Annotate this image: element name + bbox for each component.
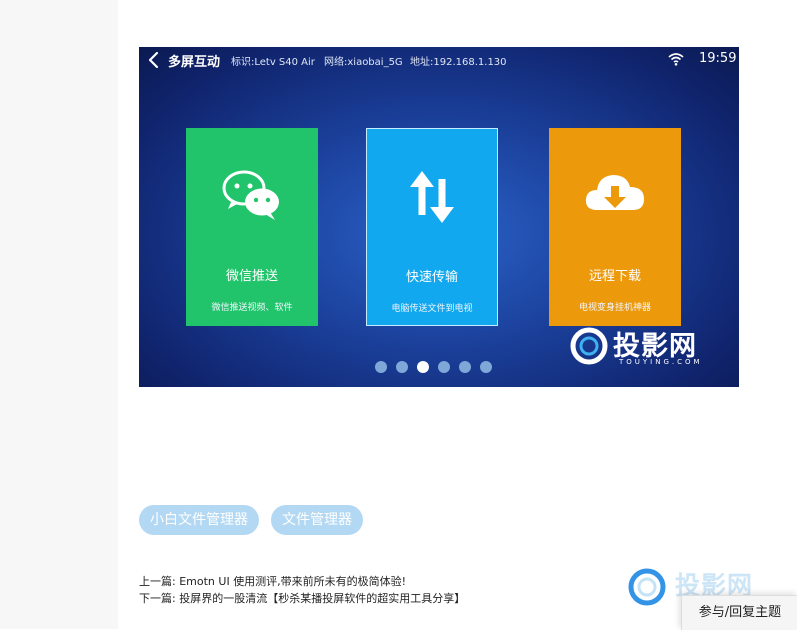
prev-article-label: 上一篇:	[139, 575, 176, 588]
tv-network: 网络:xiaobai_5G	[324, 57, 403, 68]
tv-device-id: 标识:Letv S40 Air	[231, 57, 315, 68]
carousel-dots	[375, 361, 492, 373]
carousel-dot[interactable]	[396, 361, 408, 373]
card-fast-transfer[interactable]: 快速传输 电脑传送文件到电视	[366, 128, 498, 326]
card-title: 快速传输	[405, 270, 458, 285]
card-subtitle: 电视变身挂机神器	[578, 303, 651, 313]
carousel-dot[interactable]	[438, 361, 450, 373]
wechat-icon	[222, 170, 279, 220]
tv-address: 地址:192.168.1.130	[410, 57, 507, 68]
card-title: 远程下载	[588, 269, 641, 284]
watermark-logo: 投影网 TOUYING.COM	[569, 322, 734, 372]
tv-status-bar: 多屏互动 标识:Letv S40 Air 网络:xiaobai_5G 地址:19…	[139, 47, 739, 73]
tag-xiaobai-file-manager[interactable]: 小白文件管理器	[139, 505, 259, 535]
prev-article-link[interactable]: Emotn UI 使用测评,带来前所未有的极简体验!	[179, 575, 406, 588]
next-article-row: 下一篇: 投屏界的一股清流【秒杀某播投屏软件的超实用工具分享】	[139, 590, 465, 607]
watermark-domain: TOUYING.COM	[619, 358, 703, 366]
card-subtitle: 微信推送视频、软件	[211, 303, 293, 313]
card-subtitle: 电脑传送文件到电视	[391, 304, 473, 314]
tag-list: 小白文件管理器 文件管理器	[139, 505, 363, 535]
tv-screenshot: 多屏互动 标识:Letv S40 Air 网络:xiaobai_5G 地址:19…	[139, 47, 739, 387]
tv-title: 多屏互动	[168, 55, 221, 70]
cloud-download-icon	[585, 175, 644, 210]
next-article-label: 下一篇:	[139, 592, 176, 605]
carousel-dot[interactable]	[459, 361, 471, 373]
carousel-dot[interactable]	[375, 361, 387, 373]
sync-arrows-icon	[410, 171, 454, 223]
left-gutter	[0, 0, 118, 629]
wifi-icon	[668, 53, 684, 66]
card-wechat-push[interactable]: 微信推送 微信推送视频、软件	[186, 128, 318, 326]
article-navigation: 上一篇: Emotn UI 使用测评,带来前所未有的极简体验! 下一篇: 投屏界…	[139, 573, 465, 607]
back-arrow-icon	[148, 51, 159, 69]
tv-clock: 19:59	[699, 51, 737, 66]
logo-ring-icon	[570, 327, 608, 365]
reply-topic-button[interactable]: 参与/回复主题	[681, 595, 797, 630]
card-title: 微信推送	[225, 269, 278, 284]
card-remote-download[interactable]: 远程下载 电视变身挂机神器	[549, 128, 681, 326]
tag-file-manager[interactable]: 文件管理器	[271, 505, 363, 535]
carousel-dot[interactable]	[480, 361, 492, 373]
next-article-link[interactable]: 投屏界的一股清流【秒杀某播投屏软件的超实用工具分享】	[179, 592, 465, 605]
logo-ring-icon	[628, 568, 666, 606]
carousel-dot-active[interactable]	[417, 361, 429, 373]
prev-article-row: 上一篇: Emotn UI 使用测评,带来前所未有的极简体验!	[139, 573, 465, 590]
